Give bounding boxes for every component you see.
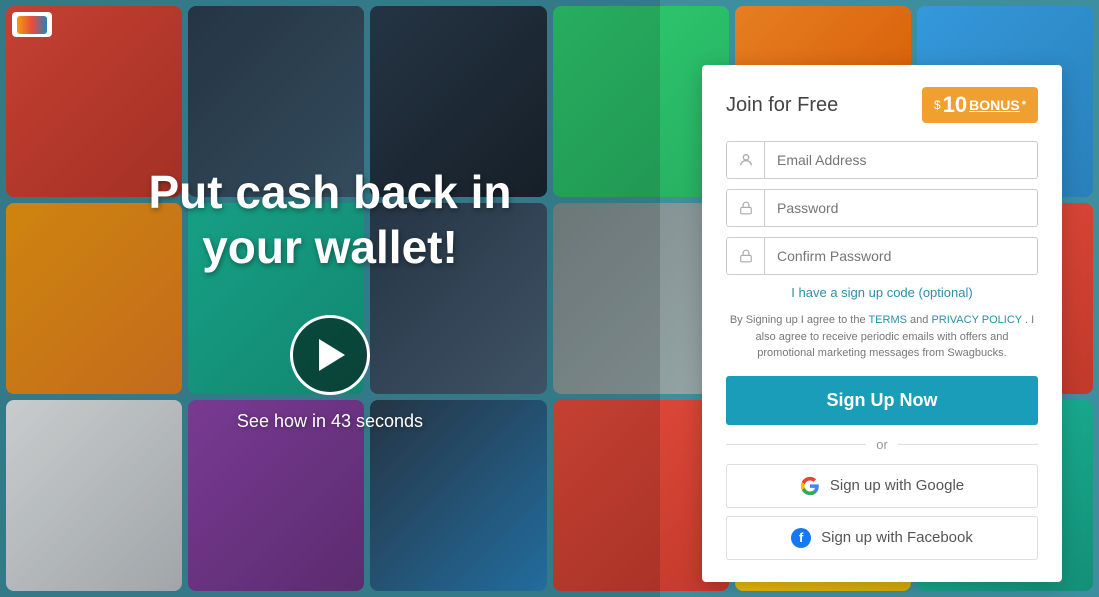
google-signup-button[interactable]: Sign up with Google: [726, 464, 1038, 508]
signup-code-link[interactable]: I have a sign up code (optional): [726, 285, 1038, 300]
confirm-password-input-group: [726, 237, 1038, 275]
panel-header: Join for Free $ 10 BONUS *: [726, 87, 1038, 123]
divider-line-left: [726, 444, 866, 445]
or-label: or: [876, 437, 888, 452]
password-field[interactable]: [765, 190, 1037, 226]
hero-headline: Put cash back in your wallet!: [148, 165, 511, 275]
logo-shape: [12, 12, 52, 37]
user-icon: [727, 142, 765, 178]
divider-line-right: [898, 444, 1038, 445]
logo-inner: [17, 16, 47, 34]
terms-text: By Signing up I agree to the TERMS and P…: [726, 312, 1038, 362]
video-section: See how in 43 seconds: [237, 315, 423, 432]
terms-before: By Signing up I agree to the: [730, 314, 869, 326]
or-divider: or: [726, 437, 1038, 452]
email-field[interactable]: [765, 142, 1037, 178]
bonus-word: BONUS: [969, 97, 1020, 113]
bonus-star: *: [1022, 99, 1026, 111]
privacy-link[interactable]: PRIVACY POLICY: [931, 314, 1021, 326]
see-how-label: See how in 43 seconds: [237, 411, 423, 432]
email-input-group: [726, 141, 1038, 179]
terms-link[interactable]: TERMS: [868, 314, 907, 326]
confirm-password-field[interactable]: [765, 238, 1037, 274]
signup-now-button[interactable]: Sign Up Now: [726, 376, 1038, 425]
facebook-icon: f: [791, 528, 811, 548]
play-button[interactable]: [290, 315, 370, 395]
lock-icon: [727, 190, 765, 226]
password-input-group: [726, 189, 1038, 227]
facebook-btn-label: Sign up with Facebook: [821, 529, 973, 546]
lock-confirm-icon: [727, 238, 765, 274]
google-btn-label: Sign up with Google: [830, 477, 964, 494]
join-title: Join for Free: [726, 94, 838, 117]
signup-panel: Join for Free $ 10 BONUS *: [702, 65, 1062, 582]
bonus-amount: 10: [943, 92, 967, 118]
bonus-badge: $ 10 BONUS *: [922, 87, 1038, 123]
play-icon: [319, 339, 345, 371]
terms-and: and: [910, 314, 931, 326]
bonus-dollar: $: [934, 98, 941, 112]
logo: [12, 12, 52, 37]
left-section: Put cash back in your wallet! See how in…: [0, 0, 660, 597]
google-icon: [800, 476, 820, 496]
facebook-signup-button[interactable]: f Sign up with Facebook: [726, 516, 1038, 560]
